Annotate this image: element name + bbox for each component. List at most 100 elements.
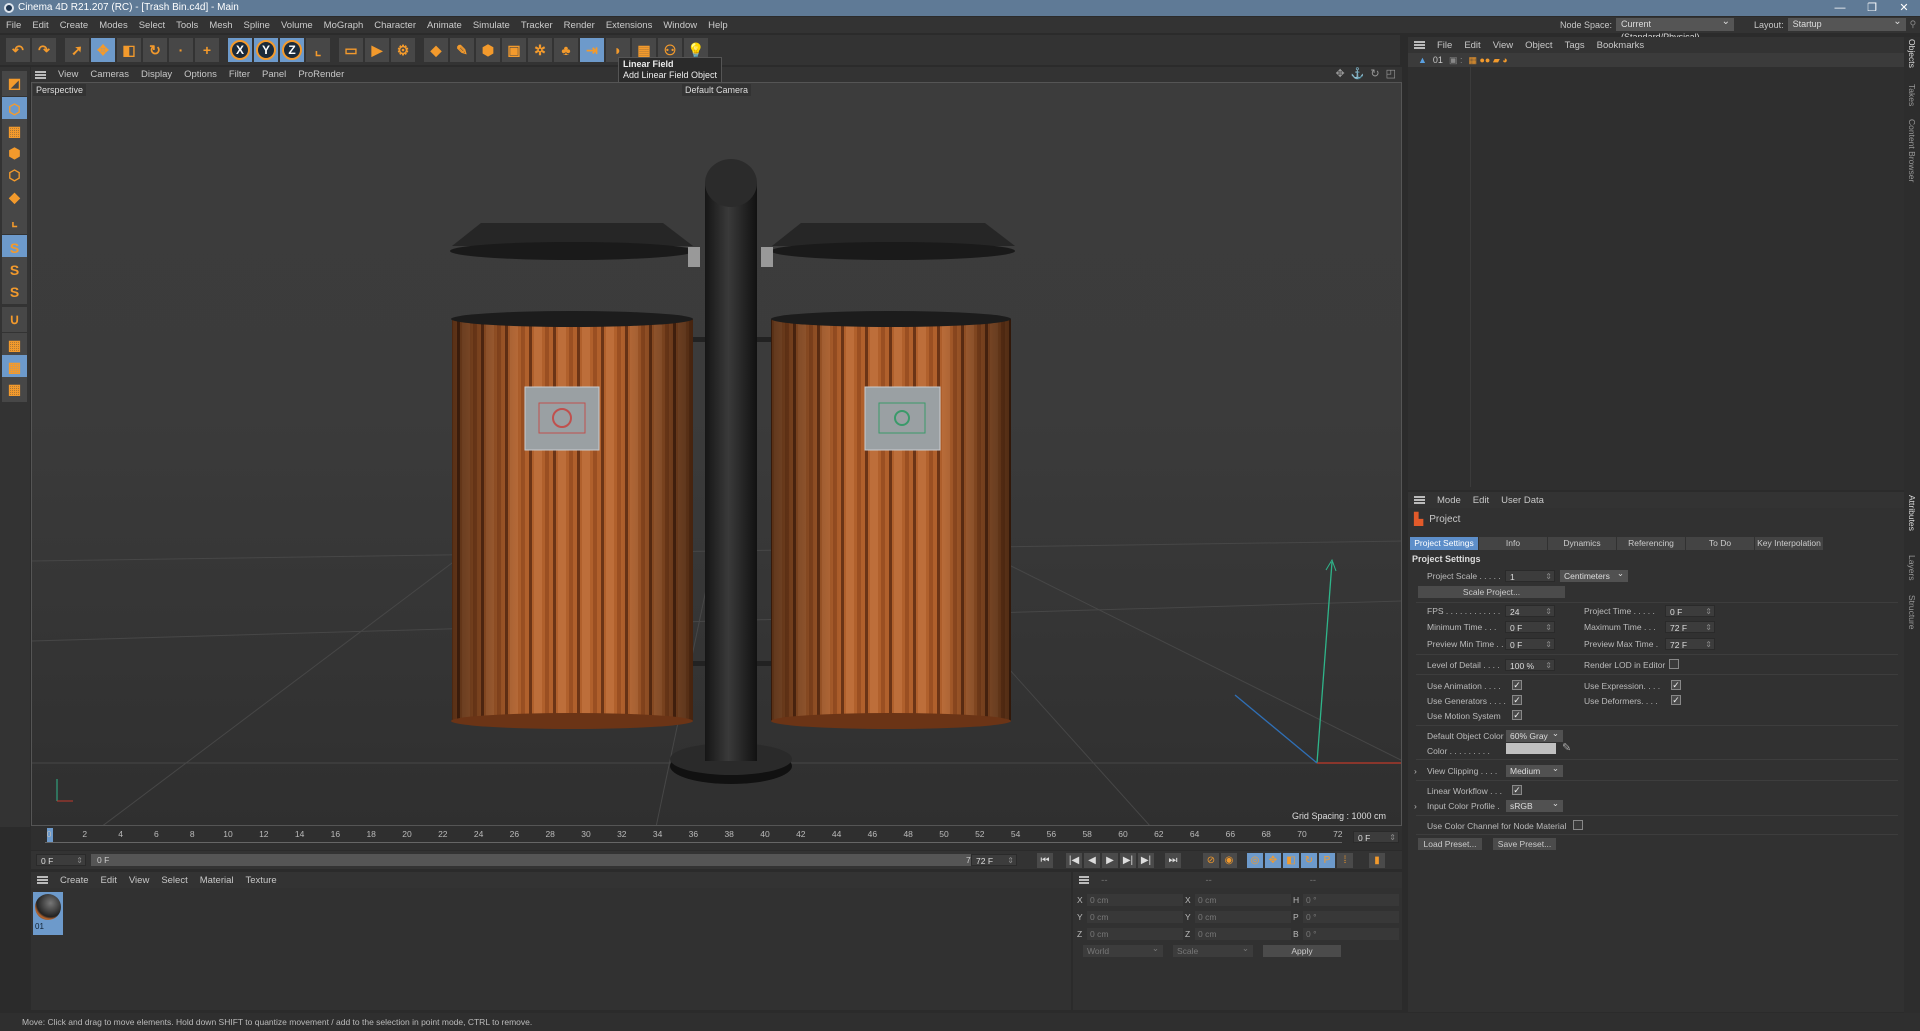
use-deformers-checkbox[interactable]: ✓ (1671, 695, 1681, 705)
prev-frame-button[interactable]: ◀ (1084, 853, 1100, 868)
materials-menu-create[interactable]: Create (60, 875, 89, 886)
objects-menu-tags[interactable]: Tags (1565, 40, 1585, 51)
menu-tools[interactable]: Tools (176, 20, 198, 31)
object-menu-icon[interactable] (1414, 41, 1425, 49)
use-motion-system-checkbox[interactable]: ✓ (1512, 710, 1522, 720)
side-tab-structure[interactable]: Structure (1907, 595, 1917, 630)
menu-volume[interactable]: Volume (281, 20, 313, 31)
eyedropper-icon[interactable]: ✎ (1562, 741, 1571, 754)
coord-field-p[interactable]: 0 ° (1303, 911, 1399, 923)
material-menu-icon[interactable] (37, 876, 48, 884)
objects-menu-edit[interactable]: Edit (1464, 40, 1480, 51)
menu-extensions[interactable]: Extensions (606, 20, 652, 31)
preview-max-time-field[interactable]: 72 F (1665, 638, 1715, 651)
menu-mograph[interactable]: MoGraph (324, 20, 364, 31)
use-expression-checkbox[interactable]: ✓ (1671, 680, 1681, 690)
coord-field-y[interactable]: 0 cm (1195, 911, 1291, 923)
linear-field-button[interactable]: ⇥ (580, 38, 604, 62)
render-settings-button[interactable]: ⚙ (391, 38, 415, 62)
materials-menu-texture[interactable]: Texture (246, 875, 277, 886)
materials-menu-material[interactable]: Material (200, 875, 234, 886)
key-pla-button[interactable]: ⁞ (1337, 853, 1353, 868)
use-animation-checkbox[interactable]: ✓ (1512, 680, 1522, 690)
render-view-button[interactable]: ▭ (339, 38, 363, 62)
close-button[interactable]: ✕ (1888, 0, 1920, 16)
object-row[interactable]: ▲ 01 ▣ : ▦ ●● ▰ ◕ (1408, 53, 1904, 67)
side-tab-objects[interactable]: Objects (1907, 39, 1917, 68)
tab-info[interactable]: Info (1479, 537, 1547, 550)
coord-space-dropdown[interactable]: World (1083, 942, 1163, 957)
viewport-menu-cameras[interactable]: Cameras (90, 69, 129, 80)
materials-menu-select[interactable]: Select (161, 875, 187, 886)
linear-workflow-checkbox[interactable]: ✓ (1512, 785, 1522, 795)
coord-field-x[interactable]: 0 cm (1195, 894, 1291, 906)
attributes-menu-mode[interactable]: Mode (1437, 495, 1461, 506)
coord-field-z[interactable]: 0 cm (1087, 928, 1183, 940)
next-key-button[interactable]: ▶| (1138, 853, 1154, 868)
zoom-view-icon[interactable]: ⚓ (1351, 67, 1365, 80)
prev-key-button[interactable]: |◀ (1066, 853, 1082, 868)
coord-field-x[interactable]: 0 cm (1087, 894, 1183, 906)
timeline-ruler[interactable]: 0 F 024681012141618202224262830323436384… (31, 826, 1402, 850)
menu-modes[interactable]: Modes (99, 20, 128, 31)
rotate-view-icon[interactable]: ↻ (1370, 67, 1379, 80)
save-preset-button[interactable]: Save Preset... (1493, 838, 1556, 850)
generator-button[interactable]: ▣ (502, 38, 526, 62)
use-generators-checkbox[interactable]: ✓ (1512, 695, 1522, 705)
pen-button[interactable]: ✎ (450, 38, 474, 62)
tab-dynamics[interactable]: Dynamics (1548, 537, 1616, 550)
toggle-view-icon[interactable]: ◰ (1386, 67, 1396, 80)
render-lod-checkbox[interactable] (1669, 659, 1679, 669)
objects-menu-view[interactable]: View (1493, 40, 1513, 51)
scale-project-button[interactable]: Scale Project... (1418, 586, 1565, 598)
menu-tracker[interactable]: Tracker (521, 20, 553, 31)
render-picture-viewer-button[interactable]: ▶ (365, 38, 389, 62)
coord-field-h[interactable]: 0 ° (1303, 894, 1399, 906)
tab-project-settings[interactable]: Project Settings (1410, 537, 1478, 550)
menu-help[interactable]: Help (708, 20, 728, 31)
viewport-menu-filter[interactable]: Filter (229, 69, 250, 80)
menu-create[interactable]: Create (60, 20, 89, 31)
input-color-profile-dropdown[interactable]: sRGB (1506, 797, 1563, 812)
3d-viewport[interactable]: Perspective Default Camera Grid Spacing … (31, 82, 1402, 826)
maximize-button[interactable]: ❐ (1856, 0, 1888, 16)
make-editable-button[interactable]: ◩ (2, 71, 27, 96)
project-scale-field[interactable]: 1 (1505, 570, 1555, 583)
move-tool-button[interactable]: ✥ (91, 38, 115, 62)
coord-field-y[interactable]: 0 cm (1087, 911, 1183, 923)
node-space-dropdown[interactable]: Current (Standard/Physical) (1616, 15, 1735, 42)
minimize-button[interactable]: — (1824, 0, 1856, 16)
menu-file[interactable]: File (6, 20, 21, 31)
side-tab-attributes[interactable]: Attributes (1907, 495, 1917, 531)
auto-key-button[interactable]: ◉ (1221, 853, 1237, 868)
objects-menu-file[interactable]: File (1437, 40, 1452, 51)
preview-min-time-field[interactable]: 0 F (1505, 638, 1555, 651)
minimum-time-field[interactable]: 0 F (1505, 621, 1555, 634)
menu-render[interactable]: Render (564, 20, 595, 31)
objects-menu-bookmarks[interactable]: Bookmarks (1597, 40, 1645, 51)
materials-menu-view[interactable]: View (129, 875, 149, 886)
frame-range-slider[interactable]: 0 F 72 F (91, 854, 991, 866)
use-color-channel-checkbox[interactable] (1573, 820, 1583, 830)
object-name[interactable]: 01 (1433, 55, 1443, 65)
material-item[interactable]: 01 (33, 892, 63, 935)
camera-label[interactable]: Default Camera (682, 84, 752, 96)
menu-edit[interactable]: Edit (32, 20, 48, 31)
layout-dropdown[interactable]: Startup (1787, 15, 1906, 31)
move-view-icon[interactable]: ✥ (1335, 67, 1344, 80)
viewport-menu-options[interactable]: Options (184, 69, 217, 80)
key-position-button[interactable]: ✥ (1265, 853, 1281, 868)
rotate-tool-button[interactable]: ↻ (143, 38, 167, 62)
level-of-detail-field[interactable]: 100 % (1505, 659, 1555, 672)
play-button[interactable]: ▶ (1102, 853, 1118, 868)
record-keys-button[interactable]: ⊘ (1203, 853, 1219, 868)
solo-button[interactable]: S (2, 279, 27, 304)
menu-mesh[interactable]: Mesh (209, 20, 232, 31)
side-tab-layers[interactable]: Layers (1907, 555, 1917, 581)
x-axis-button[interactable]: X (228, 38, 252, 62)
key-param-button[interactable]: P (1319, 853, 1335, 868)
go-to-end-button[interactable]: ⏭ (1165, 853, 1181, 868)
menu-character[interactable]: Character (374, 20, 416, 31)
next-frame-button[interactable]: ▶| (1120, 853, 1136, 868)
recent-tools-button[interactable]: · (169, 38, 193, 62)
